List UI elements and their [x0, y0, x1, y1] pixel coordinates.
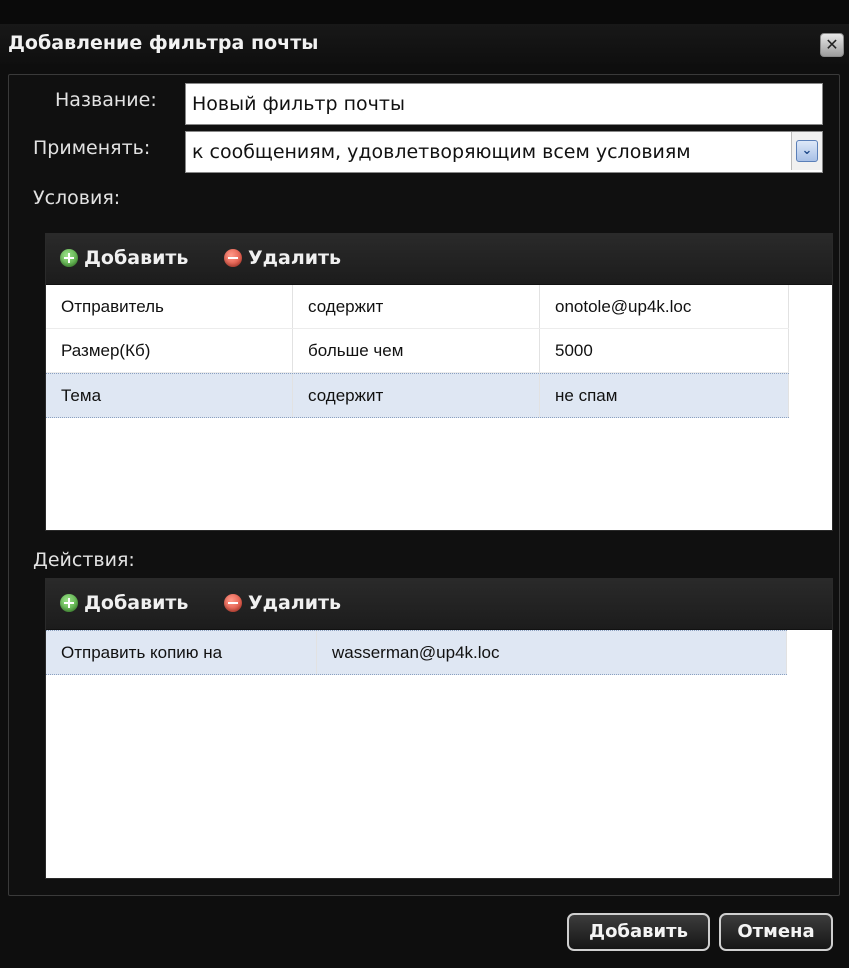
condition-operator-cell: содержит [293, 285, 540, 328]
dialog-body: Название: Новый фильтр почты Применять: … [8, 74, 840, 896]
table-row[interactable]: Отправитель содержит onotole@up4k.loc [46, 285, 789, 329]
apply-dropdown-button[interactable]: ⌄ [791, 132, 822, 170]
remove-icon [224, 249, 242, 267]
actions-rows: Отправить копию на wasserman@up4k.loc [46, 630, 832, 675]
table-row-selected[interactable]: Отправить копию на wasserman@up4k.loc [46, 630, 787, 675]
condition-field-cell: Отправитель [46, 285, 293, 328]
condition-operator-cell: содержит [293, 374, 540, 417]
actions-grid: Добавить Удалить Отправить копию на wass… [45, 578, 833, 879]
apply-label: Применять: [33, 137, 151, 159]
add-button[interactable]: Добавить [567, 913, 710, 951]
actions-add-button[interactable]: Добавить [60, 592, 188, 614]
name-input[interactable]: Новый фильтр почты [185, 83, 823, 125]
conditions-grid: Добавить Удалить Отправитель содержит on… [45, 233, 833, 531]
close-icon: ✕ [825, 35, 839, 54]
table-row[interactable]: Размер(Кб) больше чем 5000 [46, 329, 789, 373]
conditions-add-label: Добавить [84, 247, 189, 269]
dialog-title: Добавление фильтра почты [8, 32, 319, 54]
condition-field-cell: Тема [46, 374, 293, 417]
conditions-toolbar: Добавить Удалить [46, 234, 832, 285]
actions-toolbar: Добавить Удалить [46, 579, 832, 630]
conditions-rows: Отправитель содержит onotole@up4k.loc Ра… [46, 285, 832, 418]
name-label: Название: [55, 89, 157, 111]
conditions-delete-button[interactable]: Удалить [224, 247, 341, 269]
cancel-button[interactable]: Отмена [719, 913, 833, 951]
apply-select-value: к сообщениям, удовлетворяющим всем услов… [192, 141, 691, 163]
dialog-titlebar: Добавление фильтра почты ✕ [0, 24, 849, 64]
conditions-label: Условия: [33, 187, 121, 209]
filter-dialog: Добавление фильтра почты ✕ Название: Нов… [0, 24, 849, 968]
action-value-cell: wasserman@up4k.loc [317, 631, 787, 674]
top-strip [0, 0, 849, 24]
actions-delete-label: Удалить [248, 592, 342, 614]
condition-value-cell: 5000 [540, 329, 789, 372]
conditions-add-button[interactable]: Добавить [60, 247, 188, 269]
close-button[interactable]: ✕ [820, 33, 844, 57]
table-row-selected[interactable]: Тема содержит не спам [46, 373, 789, 418]
chevron-down-icon: ⌄ [796, 140, 818, 162]
action-type-cell: Отправить копию на [46, 631, 317, 674]
apply-select[interactable]: к сообщениям, удовлетворяющим всем услов… [185, 131, 823, 173]
actions-add-label: Добавить [84, 592, 189, 614]
condition-value-cell: не спам [540, 374, 789, 417]
condition-value-cell: onotole@up4k.loc [540, 285, 789, 328]
actions-label: Действия: [33, 549, 135, 571]
add-icon [60, 249, 78, 267]
add-icon [60, 594, 78, 612]
dialog-footer: Добавить Отмена [0, 900, 849, 968]
actions-delete-button[interactable]: Удалить [224, 592, 341, 614]
condition-operator-cell: больше чем [293, 329, 540, 372]
remove-icon [224, 594, 242, 612]
condition-field-cell: Размер(Кб) [46, 329, 293, 372]
conditions-delete-label: Удалить [248, 247, 342, 269]
